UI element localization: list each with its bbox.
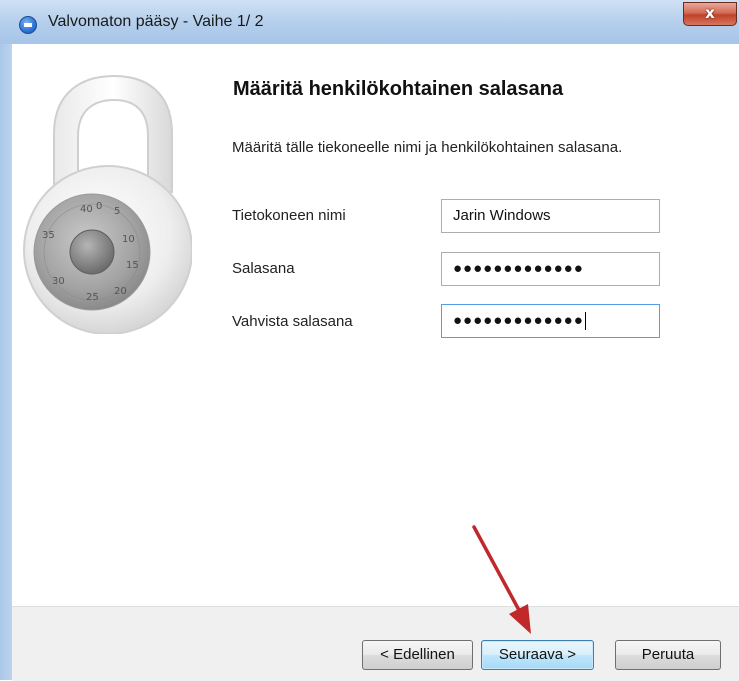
window-title: Valvomaton pääsy - Vaihe 1/ 2 [48,13,264,30]
confirm-password-label: Vahvista salasana [232,313,353,330]
computer-name-label: Tietokoneen nimi [232,207,346,224]
confirm-password-input[interactable]: ●●●●●●●●●●●●● [441,304,660,338]
computer-name-input[interactable]: Jarin Windows [441,199,660,233]
close-button[interactable]: x [683,2,737,26]
dial-number: 5 [114,206,120,217]
teamviewer-app-icon [19,16,37,34]
password-label: Salasana [232,260,295,277]
close-icon: x [705,4,715,22]
back-button[interactable]: < Edellinen [362,640,473,670]
cancel-button[interactable]: Peruuta [615,640,721,670]
next-button[interactable]: Seuraava > [481,640,594,670]
page-heading: Määritä henkilökohtainen salasana [233,78,564,100]
dial-number: 20 [114,286,127,297]
page-description: Määritä tälle tiekoneelle nimi ja henkil… [232,139,623,156]
confirm-password-value: ●●●●●●●●●●●●● [453,312,584,329]
dial-number: 30 [52,276,65,287]
dial-number: 40 [80,204,93,215]
text-caret [584,312,586,331]
dial-number: 25 [86,292,99,303]
password-input[interactable]: ●●●●●●●●●●●●● [441,252,660,286]
window-left-border [0,44,12,680]
computer-name-value: Jarin Windows [453,207,551,224]
dial-number: 0 [96,201,102,212]
dial-number: 35 [42,230,55,241]
title-bar: Valvomaton pääsy - Vaihe 1/ 2 x [0,0,739,44]
dial-number: 15 [126,260,139,271]
dial-number: 10 [122,234,135,245]
padlock-icon: 40 0 5 10 15 20 25 30 35 [23,74,192,334]
password-value: ●●●●●●●●●●●●● [453,260,584,277]
